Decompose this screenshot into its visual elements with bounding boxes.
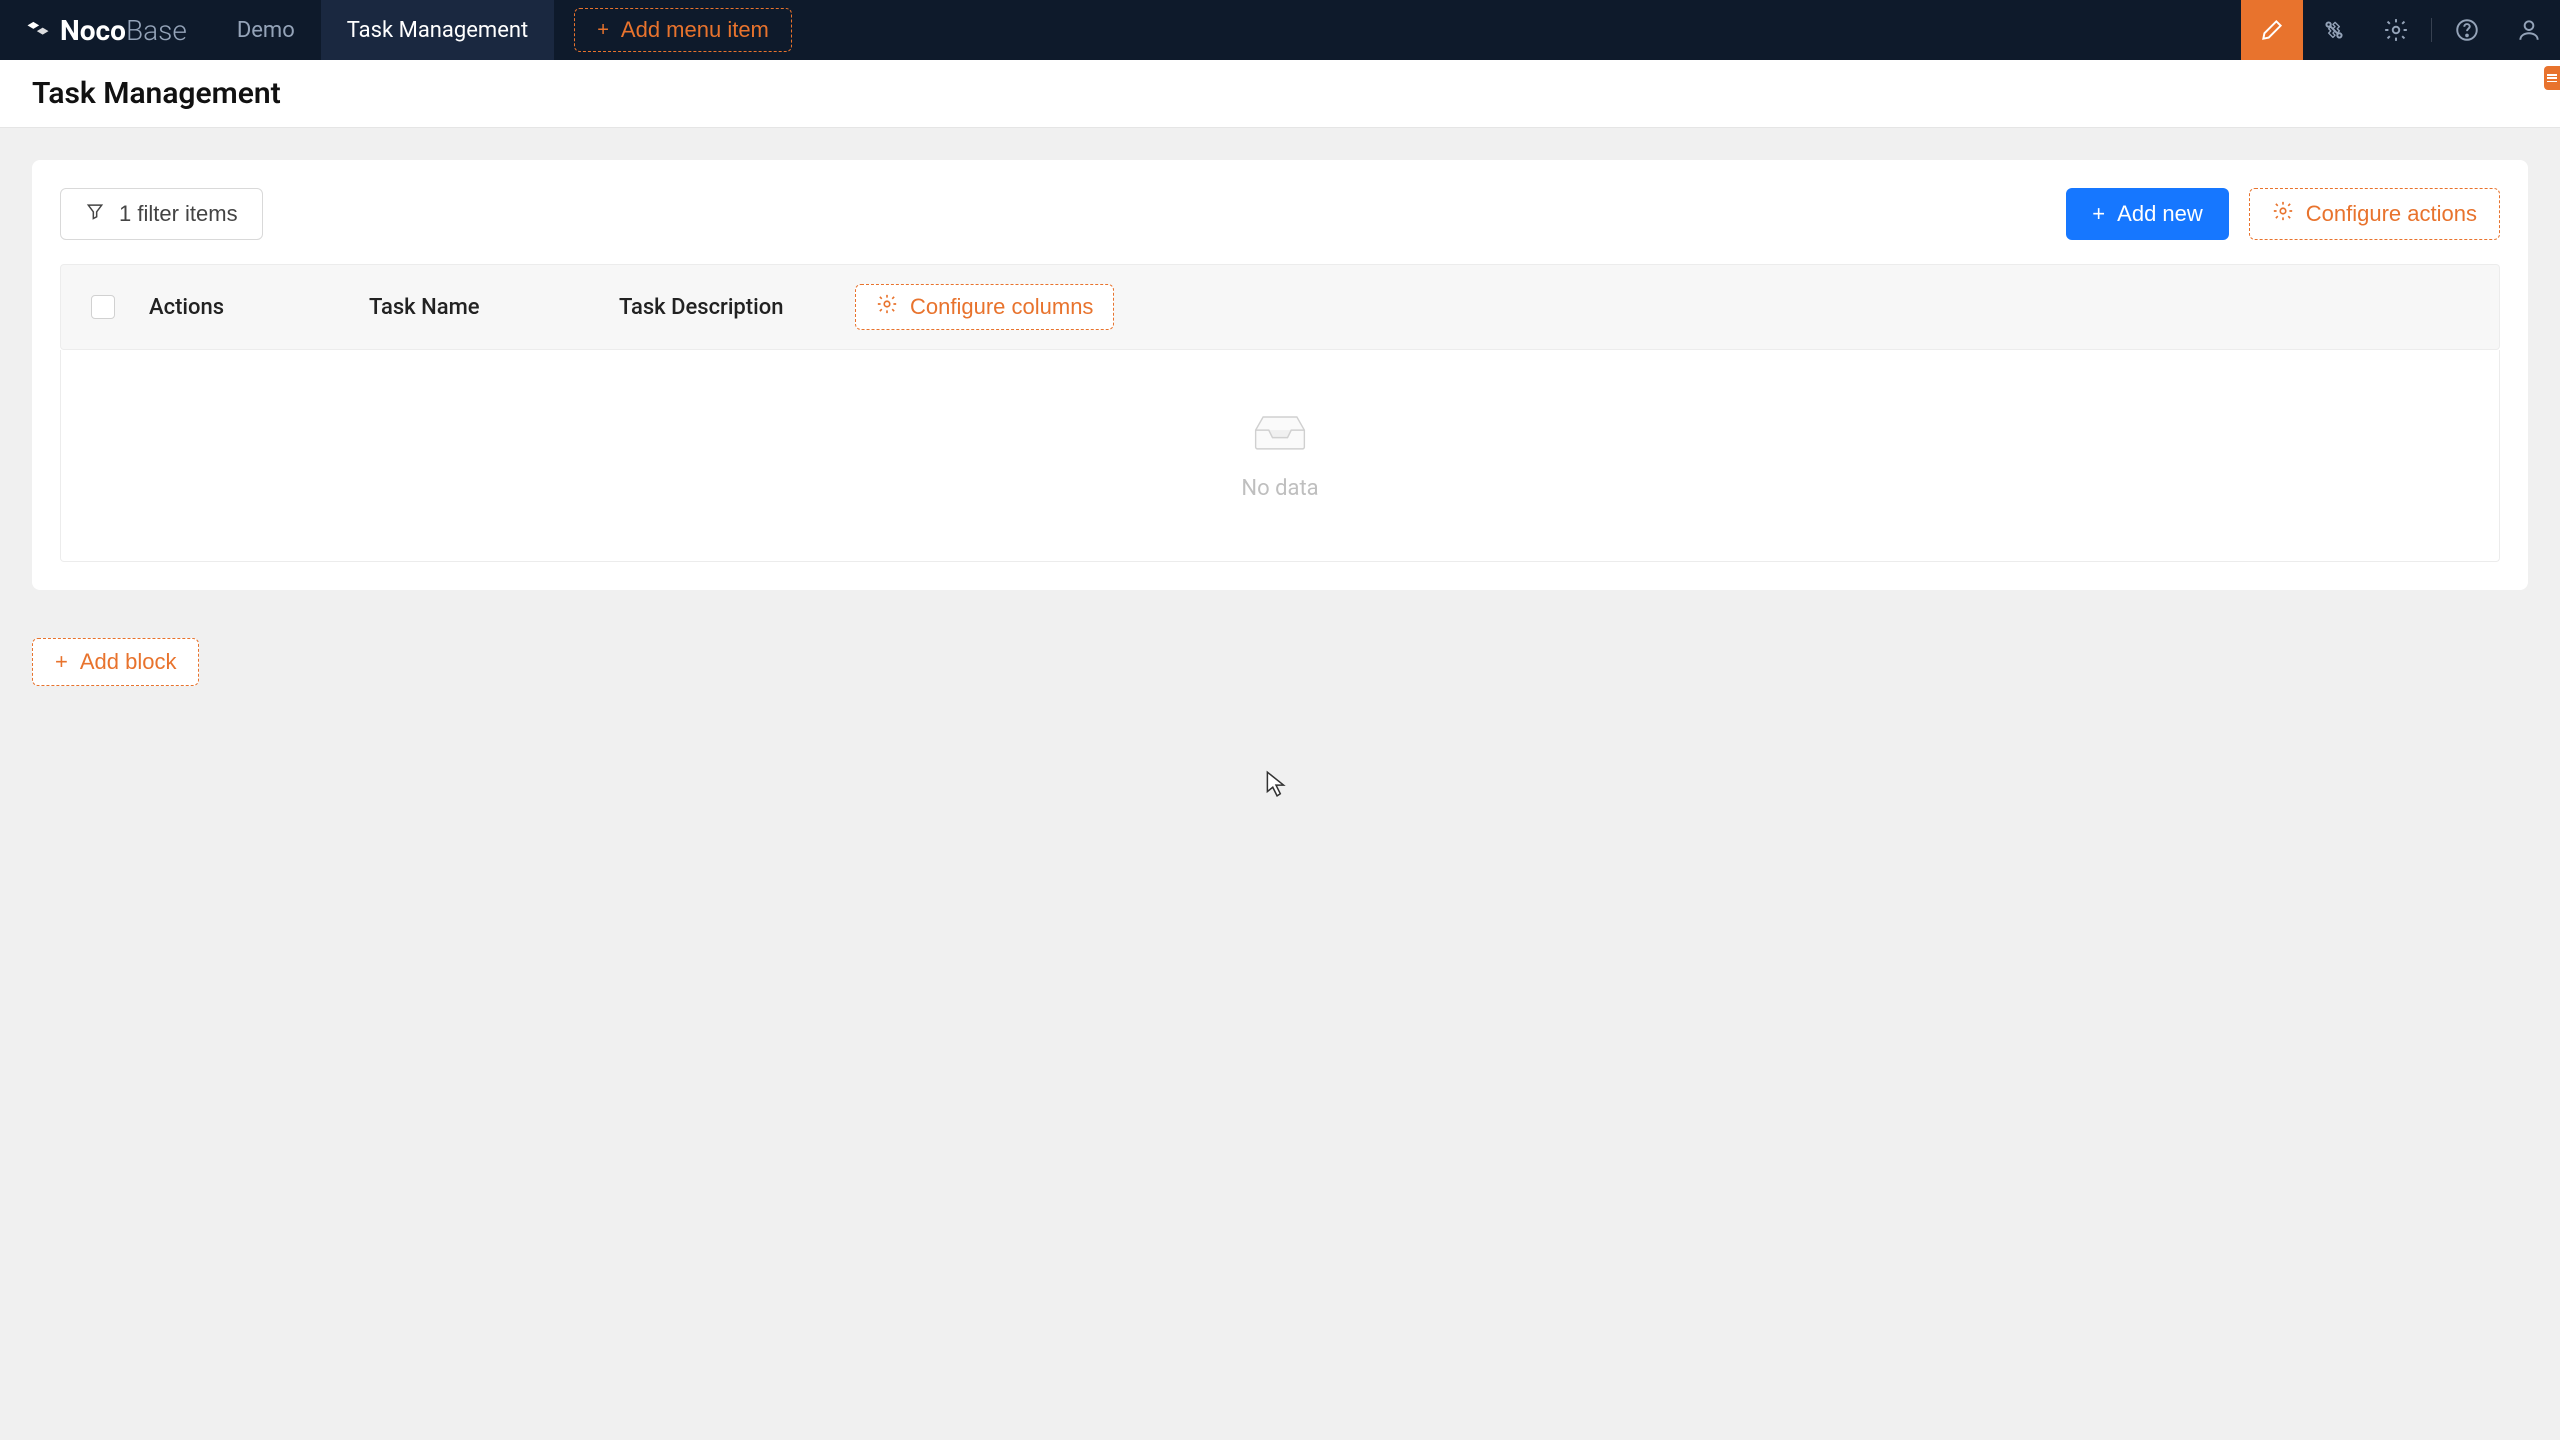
table-header-row: Actions Task Name Task Description Confi… — [60, 264, 2500, 350]
menu-lines-icon — [2547, 74, 2557, 82]
nav-tabs: Demo Task Management — [211, 0, 554, 60]
side-panel-toggle[interactable] — [2544, 66, 2560, 90]
content-wrap: 1 filter items + Add new Configure actio… — [0, 128, 2560, 718]
card-toolbar: 1 filter items + Add new Configure actio… — [60, 188, 2500, 240]
add-menu-item-label: Add menu item — [621, 17, 769, 43]
nav-tab-task-management[interactable]: Task Management — [321, 0, 554, 60]
logo-text-bold: Noco — [60, 14, 126, 47]
gear-icon — [2272, 200, 2294, 228]
logo-text-light: Base — [126, 14, 187, 47]
add-new-button[interactable]: + Add new — [2066, 188, 2228, 240]
top-nav: NocoBase Demo Task Management + Add menu… — [0, 0, 2560, 60]
nav-tab-demo[interactable]: Demo — [211, 0, 321, 60]
plus-icon: + — [2092, 201, 2105, 227]
add-new-label: Add new — [2117, 201, 2203, 227]
plugin-button[interactable] — [2303, 0, 2365, 60]
page-header: Task Management — [0, 60, 2560, 128]
design-mode-button[interactable] — [2241, 0, 2303, 60]
column-header-actions[interactable]: Actions — [125, 295, 345, 320]
configure-actions-label: Configure actions — [2306, 201, 2477, 227]
gear-icon — [876, 293, 898, 321]
empty-text: No data — [1241, 476, 1318, 501]
nav-divider — [2431, 18, 2432, 42]
configure-columns-button[interactable]: Configure columns — [855, 284, 1114, 330]
toolbar-right: + Add new Configure actions — [2066, 188, 2500, 240]
add-block-button[interactable]: + Add block — [32, 638, 199, 686]
nav-right — [2241, 0, 2560, 60]
configure-actions-button[interactable]: Configure actions — [2249, 188, 2500, 240]
logo-icon — [24, 16, 52, 44]
table-card: 1 filter items + Add new Configure actio… — [32, 160, 2528, 590]
select-all-checkbox[interactable] — [91, 295, 115, 319]
select-all-cell — [81, 295, 125, 319]
plus-icon: + — [597, 19, 609, 42]
add-block-label: Add block — [80, 649, 177, 675]
filter-icon — [85, 201, 105, 227]
user-button[interactable] — [2498, 0, 2560, 60]
plus-icon: + — [55, 649, 68, 675]
cursor-icon — [1264, 770, 1288, 802]
column-header-task-name[interactable]: Task Name — [345, 295, 595, 320]
column-header-configure: Configure columns — [855, 284, 1114, 330]
empty-inbox-icon — [1250, 410, 1310, 458]
filter-label: 1 filter items — [119, 201, 238, 227]
logo[interactable]: NocoBase — [0, 0, 211, 60]
configure-columns-label: Configure columns — [910, 294, 1093, 320]
column-header-task-description[interactable]: Task Description — [595, 295, 855, 320]
table-empty-state: No data — [60, 350, 2500, 562]
help-button[interactable] — [2436, 0, 2498, 60]
settings-button[interactable] — [2365, 0, 2427, 60]
add-menu-item-button[interactable]: + Add menu item — [574, 8, 792, 52]
page-title: Task Management — [32, 76, 281, 111]
filter-button[interactable]: 1 filter items — [60, 188, 263, 240]
